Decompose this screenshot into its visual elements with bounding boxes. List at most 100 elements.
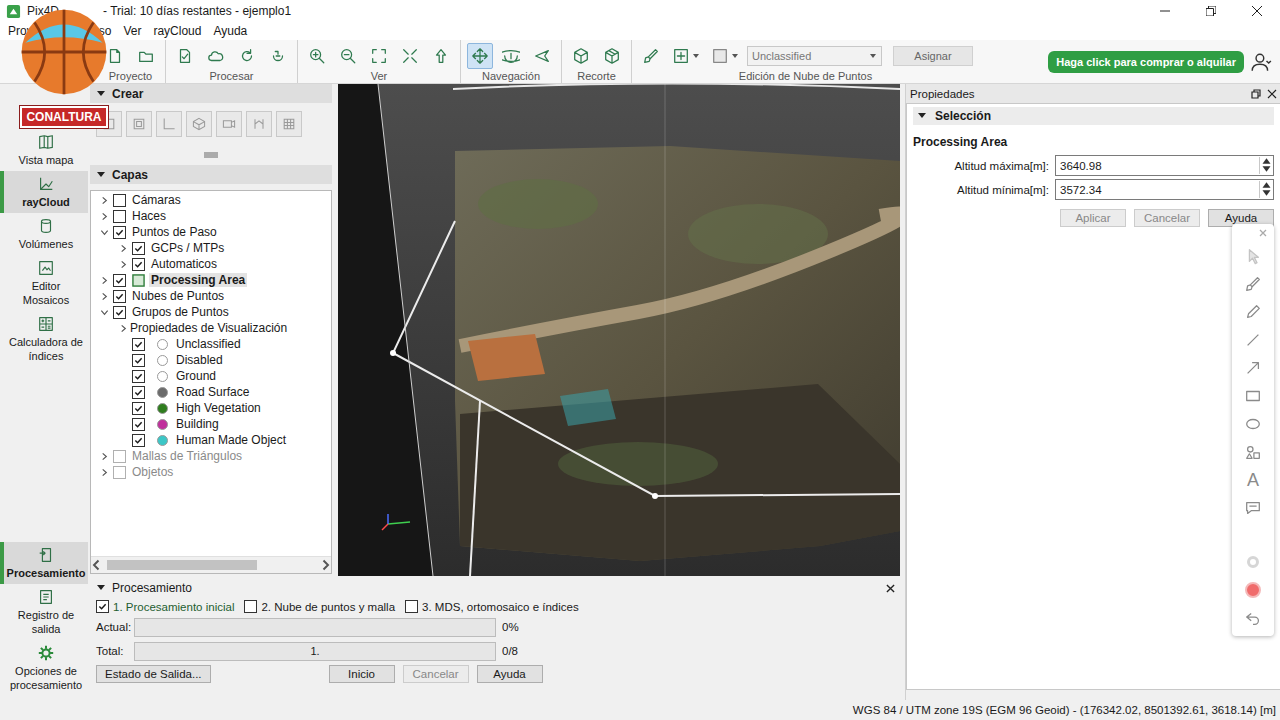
toolbar-button[interactable] [234, 43, 260, 69]
close-icon[interactable] [1258, 228, 1268, 238]
expand-arrow-icon[interactable] [100, 228, 109, 237]
altitude-input[interactable]: 3572.34 [1055, 179, 1274, 200]
annotation-tool[interactable] [1242, 442, 1264, 462]
layer-row[interactable]: Unclassified [91, 336, 331, 352]
layer-row[interactable]: Propiedades de Visualización [91, 320, 331, 336]
processing-step[interactable]: 2. Nube de puntos y malla [244, 600, 395, 613]
expand-arrow-icon[interactable] [100, 452, 109, 461]
layer-checkbox[interactable] [113, 290, 126, 303]
layer-row[interactable]: Puntos de Paso [91, 224, 331, 240]
layer-row[interactable]: Grupos de Puntos [91, 304, 331, 320]
expand-arrow-icon[interactable] [119, 244, 128, 253]
expand-arrow-icon[interactable] [100, 276, 109, 285]
expand-arrow-icon[interactable] [100, 292, 109, 301]
layer-row[interactable]: Road Surface [91, 384, 331, 400]
spin-buttons[interactable] [1259, 181, 1273, 198]
sidebar-item[interactable]: Opciones de procesamiento [0, 640, 88, 696]
step-checkbox[interactable] [244, 600, 257, 613]
annotation-tool[interactable] [1242, 608, 1264, 628]
menu-item[interactable]: rayCloud [147, 24, 207, 38]
properties-button[interactable]: Cancelar [1134, 209, 1200, 227]
layer-row[interactable]: Objetos [91, 464, 331, 480]
layer-checkbox[interactable] [132, 402, 145, 415]
layers-header[interactable]: Capas [90, 165, 332, 184]
toolbar-button[interactable] [498, 43, 524, 69]
processing-button[interactable]: Cancelar [403, 665, 469, 683]
layer-row[interactable]: GCPs / MTPs [91, 240, 331, 256]
sidebar-item[interactable]: Editor Mosaicos [0, 255, 88, 311]
toolbar-button[interactable] [599, 43, 625, 69]
expand-arrow-icon[interactable] [119, 324, 128, 333]
spin-buttons[interactable] [1259, 157, 1273, 174]
close-panel-icon[interactable] [1267, 89, 1277, 99]
layer-row[interactable]: High Vegetation [91, 400, 331, 416]
layer-row[interactable]: Ground [91, 368, 331, 384]
collapse-triangle-icon[interactable] [96, 583, 106, 593]
annotation-tool[interactable] [1242, 330, 1264, 350]
annotation-tool[interactable] [1242, 246, 1264, 266]
selection-header[interactable]: Selección [913, 107, 1274, 125]
toolbar-button[interactable] [366, 43, 392, 69]
toolbar-button[interactable] [265, 43, 291, 69]
undock-icon[interactable] [1251, 89, 1261, 99]
toolbar-button[interactable] [304, 43, 330, 69]
sidebar-item[interactable]: rayCloud [0, 171, 88, 213]
sidebar-item[interactable]: Volúmenes [0, 213, 88, 255]
step-checkbox[interactable] [96, 600, 109, 613]
annotation-tool[interactable] [1242, 386, 1264, 406]
layer-checkbox[interactable] [113, 450, 126, 463]
restore-button[interactable] [1188, 0, 1234, 22]
layer-checkbox[interactable] [113, 194, 126, 207]
create-tool-button[interactable] [216, 111, 242, 137]
layer-checkbox[interactable] [132, 418, 145, 431]
create-tool-button[interactable] [186, 111, 212, 137]
create-tool-button[interactable] [246, 111, 272, 137]
create-header[interactable]: Crear [90, 84, 332, 103]
expand-arrow-icon[interactable] [119, 260, 128, 269]
layer-checkbox[interactable] [132, 434, 145, 447]
layer-row[interactable]: Mallas de Triángulos [91, 448, 331, 464]
layer-checkbox[interactable] [113, 226, 126, 239]
annotation-tool[interactable] [1242, 552, 1264, 572]
layer-checkbox[interactable] [132, 386, 145, 399]
toolbar-button[interactable] [335, 43, 361, 69]
menu-item[interactable]: Ayuda [207, 24, 253, 38]
annotation-tool[interactable] [1242, 580, 1264, 600]
minimize-button[interactable] [1142, 0, 1188, 22]
layer-checkbox[interactable] [132, 338, 145, 351]
sidebar-item[interactable]: Procesamiento [0, 542, 88, 584]
toolbar-button[interactable] [529, 43, 555, 69]
annotation-tool[interactable]: A [1242, 470, 1264, 490]
layer-row[interactable]: Disabled [91, 352, 331, 368]
close-button[interactable] [1234, 0, 1280, 22]
layer-row[interactable]: Haces [91, 208, 331, 224]
layer-row[interactable]: Human Made Object [91, 432, 331, 448]
scroll-right-icon[interactable] [319, 559, 331, 571]
spin-up-icon[interactable] [1260, 157, 1273, 165]
layer-checkbox[interactable] [113, 466, 126, 479]
create-tool-button[interactable] [126, 111, 152, 137]
layer-checkbox[interactable] [132, 242, 145, 255]
layer-checkbox[interactable] [113, 274, 126, 287]
expand-arrow-icon[interactable] [100, 212, 109, 221]
toolbar-button[interactable] [568, 43, 594, 69]
sidebar-item[interactable]: Calculadora de índices [0, 311, 88, 367]
altitude-input[interactable]: 3640.98 [1055, 155, 1274, 176]
create-tool-button[interactable] [276, 111, 302, 137]
spin-down-icon[interactable] [1260, 189, 1273, 197]
expand-arrow-icon[interactable] [100, 308, 109, 317]
step-checkbox[interactable] [405, 600, 418, 613]
layer-row[interactable]: Processing Area [91, 272, 331, 288]
annotation-tool[interactable] [1242, 302, 1264, 322]
layer-checkbox[interactable] [132, 258, 145, 271]
toolbar-button[interactable] [397, 43, 423, 69]
processing-step[interactable]: 3. MDS, ortomosaico e índices [405, 600, 579, 613]
scroll-left-icon[interactable] [91, 559, 103, 571]
assign-button[interactable]: Asignar [893, 46, 973, 66]
expand-arrow-icon[interactable] [100, 468, 109, 477]
spin-up-icon[interactable] [1260, 181, 1273, 189]
processing-button[interactable]: Inicio [329, 665, 395, 683]
layer-checkbox[interactable] [132, 354, 145, 367]
annotation-tool[interactable] [1242, 274, 1264, 294]
sidebar-item[interactable]: Vista mapa [0, 129, 88, 171]
